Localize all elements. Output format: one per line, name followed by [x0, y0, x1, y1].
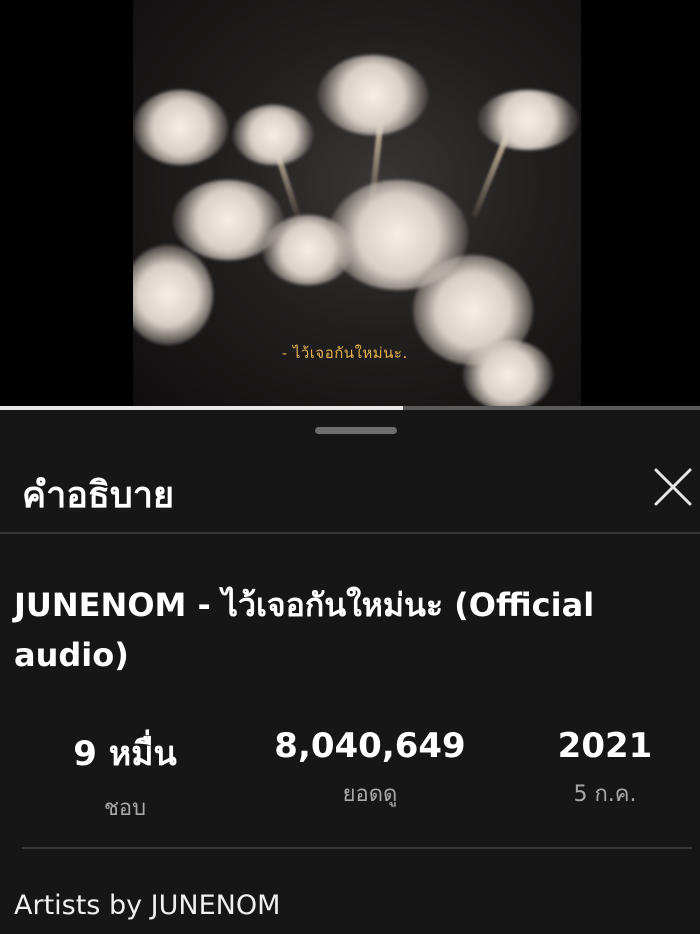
- flower-decoration: [233, 105, 313, 165]
- sheet-header: คำอธิบาย: [0, 450, 700, 534]
- divider: [22, 847, 692, 849]
- views-label: ยอดดู: [342, 782, 398, 807]
- flower-decoration: [318, 55, 428, 135]
- drag-handle[interactable]: [315, 427, 397, 434]
- close-button[interactable]: [652, 466, 694, 508]
- likes-count: 9 หมื่น: [73, 734, 177, 774]
- video-player[interactable]: - ไว้เจอกันใหม่นะ.: [0, 0, 700, 410]
- sheet-title: คำอธิบาย: [22, 475, 175, 516]
- video-title: JUNENOM - ไว้เจอกันใหม่นะ (Official audi…: [14, 586, 595, 674]
- date-stat: 2021 5 ก.ค.: [530, 726, 680, 811]
- flower-decoration: [133, 245, 213, 345]
- publish-year: 2021: [557, 726, 653, 766]
- flower-decoration: [463, 340, 553, 410]
- flower-decoration: [478, 90, 578, 150]
- close-icon: [654, 468, 692, 506]
- description-sheet: คำอธิบาย JUNENOM - ไว้เจอกันใหม่นะ (Offi…: [0, 410, 700, 934]
- likes-stat: 9 หมื่น ชอบ: [40, 726, 210, 825]
- flower-decoration: [133, 90, 228, 165]
- likes-label: ชอบ: [103, 796, 147, 821]
- flower-decoration: [263, 215, 353, 285]
- description-text: Artists by JUNENOM: [14, 890, 281, 921]
- publish-date: 5 ก.ค.: [573, 782, 637, 807]
- views-count: 8,040,649: [274, 726, 466, 766]
- views-stat: 8,040,649 ยอดดู: [255, 726, 485, 811]
- video-caption: - ไว้เจอกันใหม่นะ.: [282, 344, 408, 362]
